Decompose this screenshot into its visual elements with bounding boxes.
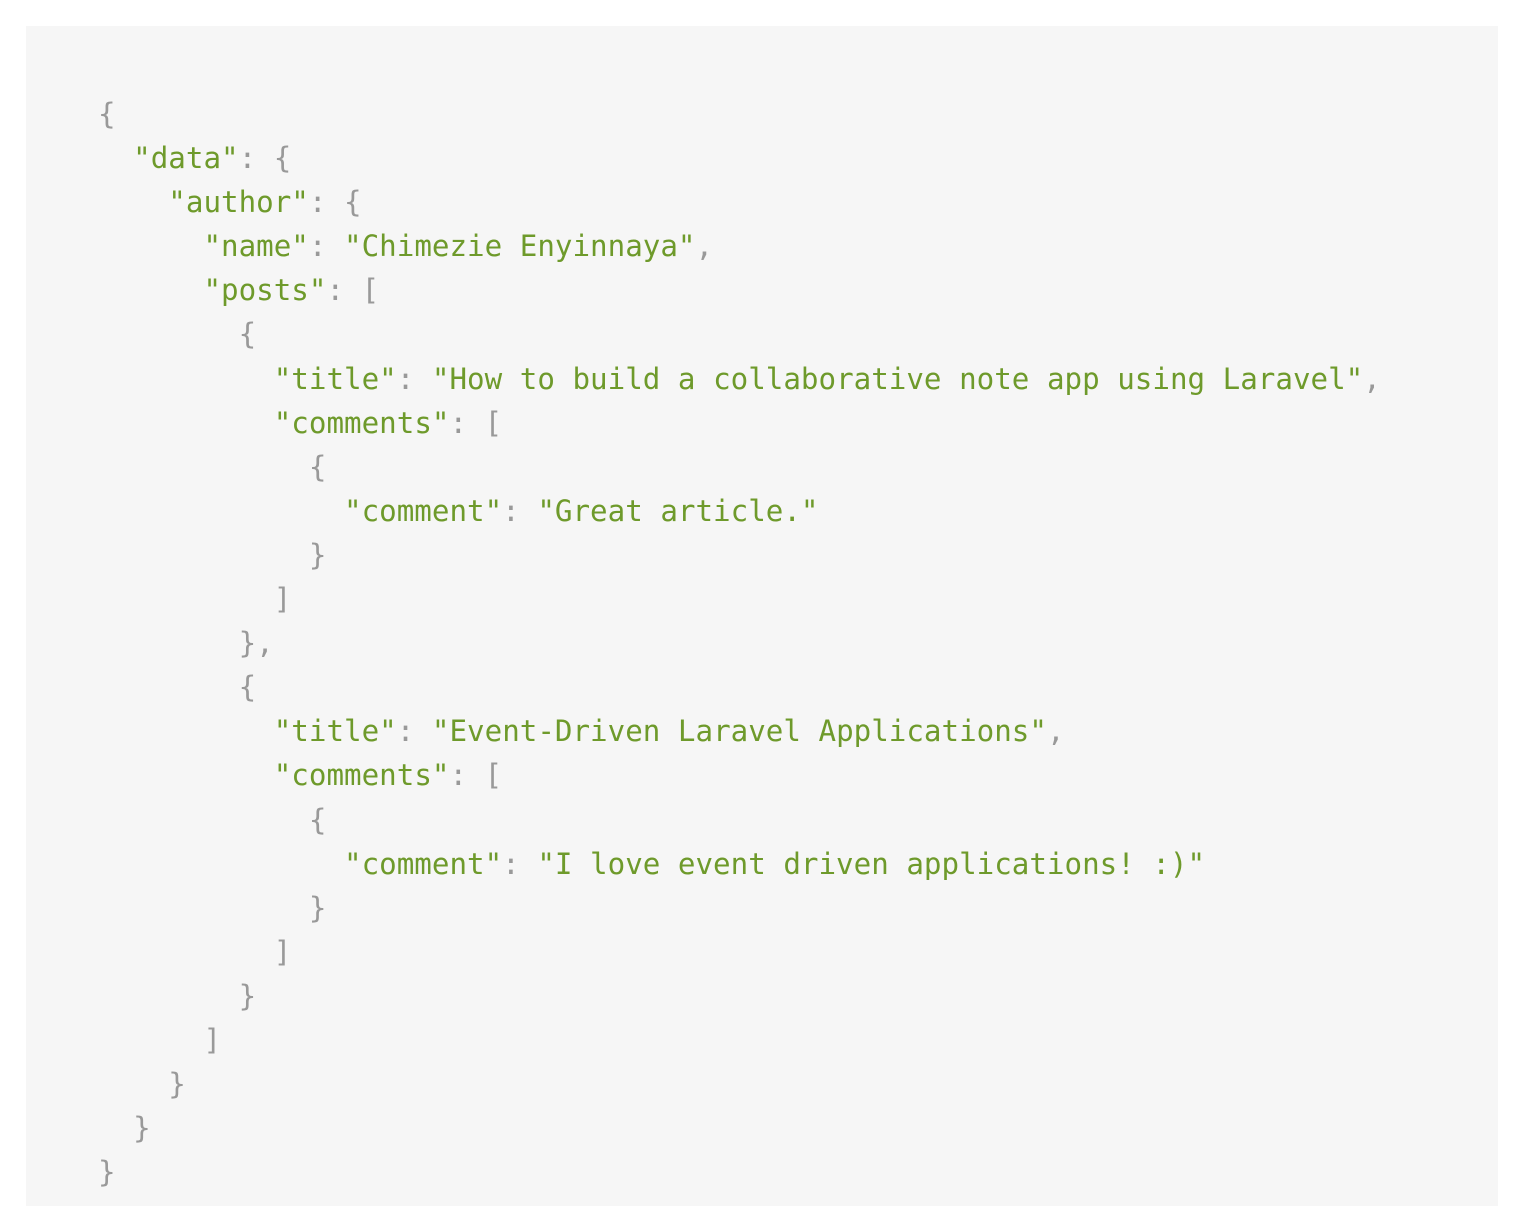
code-punctuation-token: ] (203, 1022, 222, 1057)
code-punctuation-token: { (308, 449, 327, 484)
code-string-token: "title" (273, 714, 397, 749)
code-line: ] (98, 577, 1381, 621)
code-punctuation-token: { (308, 802, 327, 837)
code-line: { (98, 665, 1381, 709)
code-punctuation-token: }, (238, 626, 274, 661)
code-punctuation-token: : [ (449, 758, 503, 793)
code-line: "title": "How to build a collaborative n… (98, 357, 1381, 401)
code-line: ] (98, 930, 1381, 974)
code-punctuation-token: : (396, 361, 432, 396)
code-block: { "data": { "author": { "name": "Chimezi… (26, 26, 1498, 1206)
code-punctuation-token: : (502, 846, 538, 881)
code-punctuation-token: : [ (326, 273, 380, 308)
code-line: } (98, 1106, 1381, 1150)
code-punctuation-token: } (98, 1155, 116, 1190)
code-punctuation-token: , (695, 229, 714, 264)
code-string-token: "comment" (344, 846, 503, 881)
code-string-token: "posts" (203, 273, 327, 308)
code-line: { (98, 445, 1381, 489)
code-punctuation-token: ] (273, 934, 292, 969)
code-punctuation-token: } (308, 537, 327, 572)
code-line: "author": { (98, 180, 1381, 224)
code-string-token: "Event-Driven Laravel Applications" (431, 714, 1047, 749)
code-line: "name": "Chimezie Enyinnaya", (98, 224, 1381, 268)
code-punctuation-token: : (502, 493, 538, 528)
code-line: { (98, 312, 1381, 356)
code-line: } (98, 533, 1381, 577)
code-punctuation-token: { (238, 317, 257, 352)
code-string-token: "data" (133, 141, 239, 176)
code-line: "comment": "I love event driven applicat… (98, 842, 1381, 886)
code-string-token: "comment" (344, 493, 503, 528)
code-punctuation-token: } (168, 1067, 186, 1102)
code-punctuation-token: { (238, 670, 257, 705)
code-line: "comments": [ (98, 401, 1381, 445)
code-string-token: "Chimezie Enyinnaya" (344, 229, 696, 264)
code-string-token: "comments" (273, 758, 450, 793)
code-line: ] (98, 1018, 1381, 1062)
code-line: "data": { (98, 136, 1381, 180)
json-code: { "data": { "author": { "name": "Chimezi… (98, 92, 1381, 1194)
code-punctuation-token: } (238, 978, 257, 1013)
code-punctuation-token: : { (238, 141, 292, 176)
code-string-token: "name" (203, 229, 309, 264)
code-punctuation-token: : [ (449, 405, 503, 440)
code-string-token: "author" (168, 185, 309, 220)
code-punctuation-token: } (308, 890, 327, 925)
code-string-token: "comments" (273, 405, 450, 440)
code-line: }, (98, 621, 1381, 665)
code-line: { (98, 92, 1381, 136)
code-line: "title": "Event-Driven Laravel Applicati… (98, 709, 1381, 753)
code-line: } (98, 1150, 1381, 1194)
code-punctuation-token: : { (308, 185, 362, 220)
code-line: "comment": "Great article." (98, 489, 1381, 533)
code-line: } (98, 974, 1381, 1018)
code-line: } (98, 1062, 1381, 1106)
code-punctuation-token: { (98, 97, 116, 131)
code-string-token: "Great article." (537, 493, 819, 528)
code-punctuation-token: : (396, 714, 432, 749)
code-punctuation-token: , (1046, 714, 1065, 749)
code-line: { (98, 798, 1381, 842)
code-line: "posts": [ (98, 268, 1381, 312)
code-string-token: "I love event driven applications! :)" (537, 846, 1206, 881)
code-line: } (98, 886, 1381, 930)
code-punctuation-token: : (308, 229, 345, 264)
code-line: "comments": [ (98, 753, 1381, 797)
code-punctuation-token: } (133, 1111, 151, 1146)
code-punctuation-token: ] (273, 582, 292, 617)
code-string-token: "title" (273, 361, 397, 396)
code-punctuation-token: , (1363, 361, 1381, 396)
code-string-token: "How to build a collaborative note app u… (431, 361, 1364, 396)
